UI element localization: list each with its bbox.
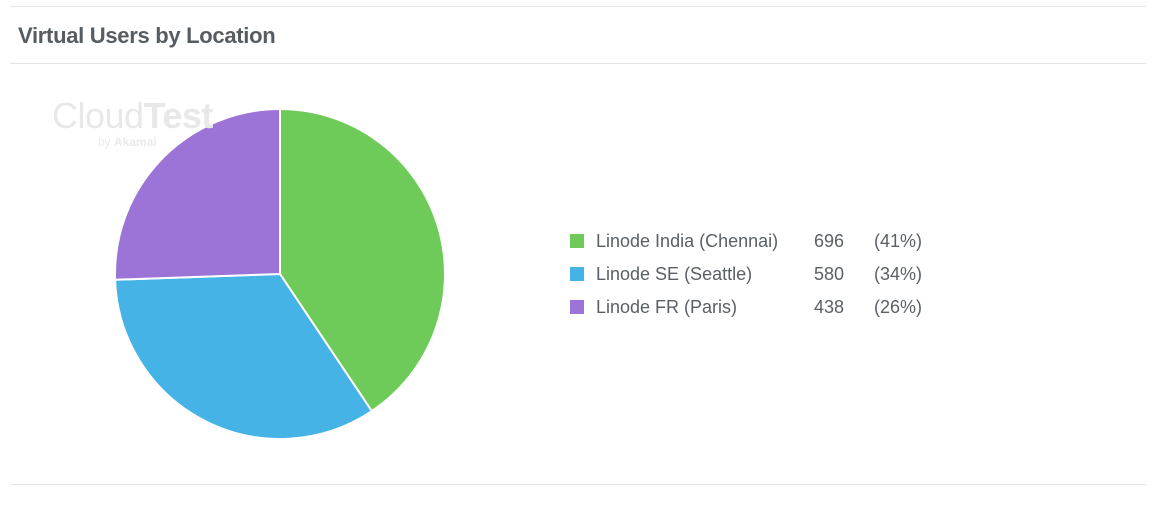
legend-swatch [570,300,584,314]
legend-name: Linode FR (Paris) [596,294,814,321]
legend-percent: (41%) [874,228,922,255]
chart-panel: Virtual Users by Location CloudTest by A… [10,6,1146,485]
legend: Linode India (Chennai)696(41%) Linode SE … [550,228,1146,321]
legend-percent: (34%) [874,261,922,288]
page-title: Virtual Users by Location [18,23,1138,49]
pie-slice [115,109,280,280]
legend-value: 580 [814,261,874,288]
legend-name: Linode India (Chennai) [596,228,814,255]
legend-row: Linode FR (Paris)438(26%) [570,294,1146,321]
chart-body: CloudTest by Akamai Linode India (Chenna… [10,64,1146,484]
legend-swatch [570,267,584,281]
legend-swatch [570,234,584,248]
legend-value: 696 [814,228,874,255]
pie-chart [110,104,450,444]
legend-percent: (26%) [874,294,922,321]
legend-name: Linode SE (Seattle) [596,261,814,288]
pie-chart-container [10,64,550,484]
panel-header: Virtual Users by Location [10,7,1146,64]
legend-value: 438 [814,294,874,321]
legend-row: Linode SE (Seattle)580(34%) [570,261,1146,288]
legend-row: Linode India (Chennai)696(41%) [570,228,1146,255]
